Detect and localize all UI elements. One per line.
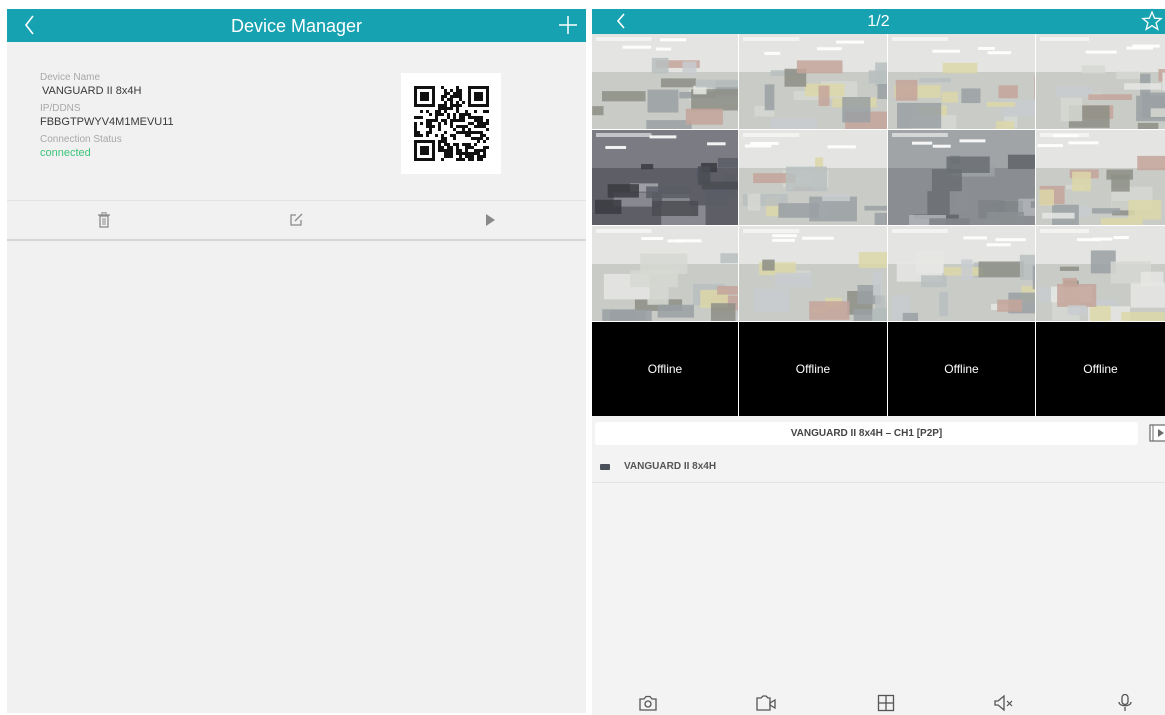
- top-bar: Device Manager: [7, 9, 586, 42]
- layout-icon: [877, 694, 895, 712]
- camera-cell[interactable]: [739, 34, 887, 129]
- camera-feed-image: [739, 130, 887, 225]
- camera-cell[interactable]: Offline: [1036, 322, 1165, 416]
- device-info: Device Name VANGUARD II 8x4H IP/DDNS FBB…: [40, 72, 340, 165]
- mic-button[interactable]: [1114, 693, 1136, 713]
- mute-icon: [994, 694, 1013, 712]
- playback-button[interactable]: [1149, 423, 1165, 443]
- record-button[interactable]: [755, 693, 777, 713]
- device-list-item[interactable]: VANGUARD II 8x4H: [592, 455, 1165, 483]
- camera-feed-image: [888, 130, 1035, 225]
- camera-cell[interactable]: [592, 226, 738, 321]
- live-toolbar: [592, 691, 1165, 715]
- camera-cell[interactable]: [739, 226, 887, 321]
- camera-feed-image: [739, 226, 887, 321]
- mic-icon: [1118, 693, 1132, 711]
- camera-cell[interactable]: [1036, 130, 1165, 225]
- play-button[interactable]: [477, 207, 503, 233]
- camera-cell[interactable]: [888, 34, 1035, 129]
- device-name-value: VANGUARD II 8x4H: [42, 85, 142, 97]
- edit-icon: [290, 213, 303, 226]
- camera-feed-image: [592, 130, 738, 225]
- top-bar: 1/2: [592, 9, 1165, 34]
- camera-feed-image: [1036, 34, 1165, 129]
- ip-ddns-label: IP/DDNS: [40, 103, 81, 114]
- channel-info-bar[interactable]: VANGUARD II 8x4H – CH1 [P2P]: [595, 422, 1138, 445]
- connection-status-label: Connection Status: [40, 134, 122, 145]
- favorite-button[interactable]: [1141, 10, 1163, 32]
- playback-icon: [1149, 424, 1165, 442]
- camera-feed-image: [888, 226, 1035, 321]
- layout-button[interactable]: [875, 693, 897, 713]
- camera-icon: [639, 695, 657, 711]
- mute-button[interactable]: [993, 693, 1015, 713]
- connection-status-value: connected: [40, 147, 91, 159]
- qr-code: [401, 73, 501, 174]
- edit-button[interactable]: [283, 207, 309, 233]
- camera-cell[interactable]: Offline: [592, 322, 738, 416]
- back-button[interactable]: [610, 10, 632, 32]
- offline-label: Offline: [944, 362, 979, 376]
- device-action-row: [7, 200, 586, 241]
- camera-cell[interactable]: [888, 130, 1035, 225]
- camera-feed-image: [1036, 130, 1165, 225]
- camera-feed-image: [739, 34, 887, 129]
- camera-grid: Offline Offline Offline Offline: [592, 34, 1165, 416]
- live-view-panel: 1/2 Offline Offline Offline Offline VANGUAR…: [592, 9, 1165, 715]
- qr-code-icon: [414, 86, 489, 161]
- chevron-left-icon: [616, 13, 625, 29]
- camera-feed-image: [888, 34, 1035, 129]
- page-title: Device Manager: [230, 16, 363, 36]
- trash-icon: [98, 212, 110, 228]
- play-icon: [486, 214, 495, 226]
- device-manager-panel: Device Manager Device Name VANGUARD II 8…: [7, 9, 586, 713]
- camera-feed-image: [1036, 226, 1165, 321]
- camera-feed-image: [592, 34, 738, 129]
- add-device-button[interactable]: [556, 12, 580, 38]
- camera-feed-image: [592, 226, 738, 321]
- camera-cell[interactable]: [888, 226, 1035, 321]
- plus-icon: [559, 16, 577, 34]
- device-list-item-label: VANGUARD II 8x4H: [624, 461, 717, 472]
- offline-label: Offline: [1083, 362, 1118, 376]
- page-indicator: 1/2: [867, 13, 890, 30]
- star-icon: [1141, 10, 1163, 31]
- offline-label: Offline: [647, 362, 683, 376]
- dvr-icon: [600, 464, 610, 470]
- record-icon: [756, 695, 776, 711]
- camera-cell[interactable]: [592, 130, 738, 225]
- chevron-left-icon: [24, 15, 34, 35]
- device-name-label: Device Name: [40, 72, 101, 83]
- camera-cell[interactable]: [592, 34, 738, 129]
- camera-cell[interactable]: Offline: [888, 322, 1035, 416]
- ip-ddns-value: FBBGTPWYV4M1MEVU11: [40, 116, 174, 128]
- back-button[interactable]: [17, 11, 43, 39]
- camera-cell[interactable]: Offline: [739, 322, 887, 416]
- camera-cell[interactable]: [739, 130, 887, 225]
- offline-label: Offline: [795, 362, 831, 376]
- snapshot-button[interactable]: [637, 693, 659, 713]
- camera-cell[interactable]: [1036, 34, 1165, 129]
- delete-button[interactable]: [91, 207, 117, 233]
- camera-cell[interactable]: [1036, 226, 1165, 321]
